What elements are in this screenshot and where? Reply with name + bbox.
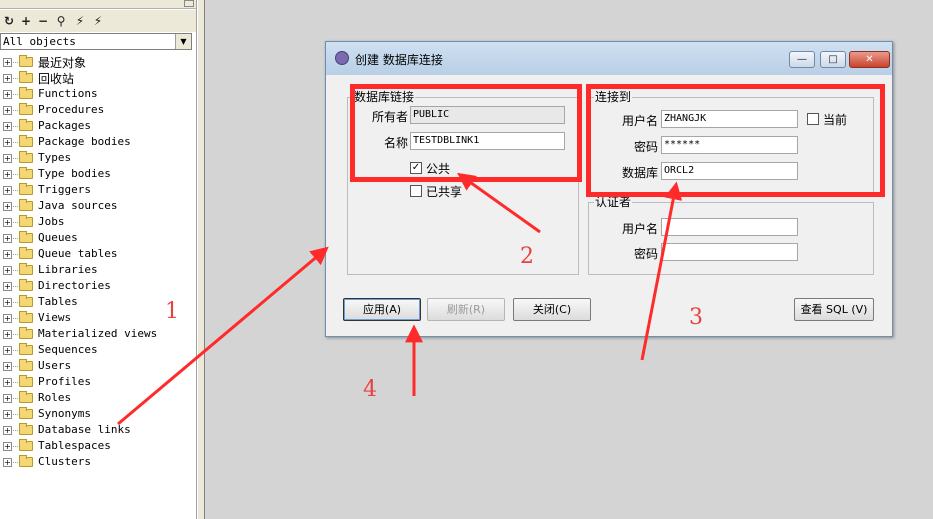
arrow-3 — [640, 181, 683, 361]
annotation-number-3: 3 — [689, 305, 703, 330]
annotation-arrows — [117, 172, 683, 426]
arrow-1 — [117, 246, 329, 426]
annotation-number-4: 4 — [363, 377, 377, 402]
annotation-number-1: 1 — [165, 299, 179, 324]
annotation-number-2: 2 — [520, 244, 534, 269]
arrow-2 — [457, 172, 541, 234]
